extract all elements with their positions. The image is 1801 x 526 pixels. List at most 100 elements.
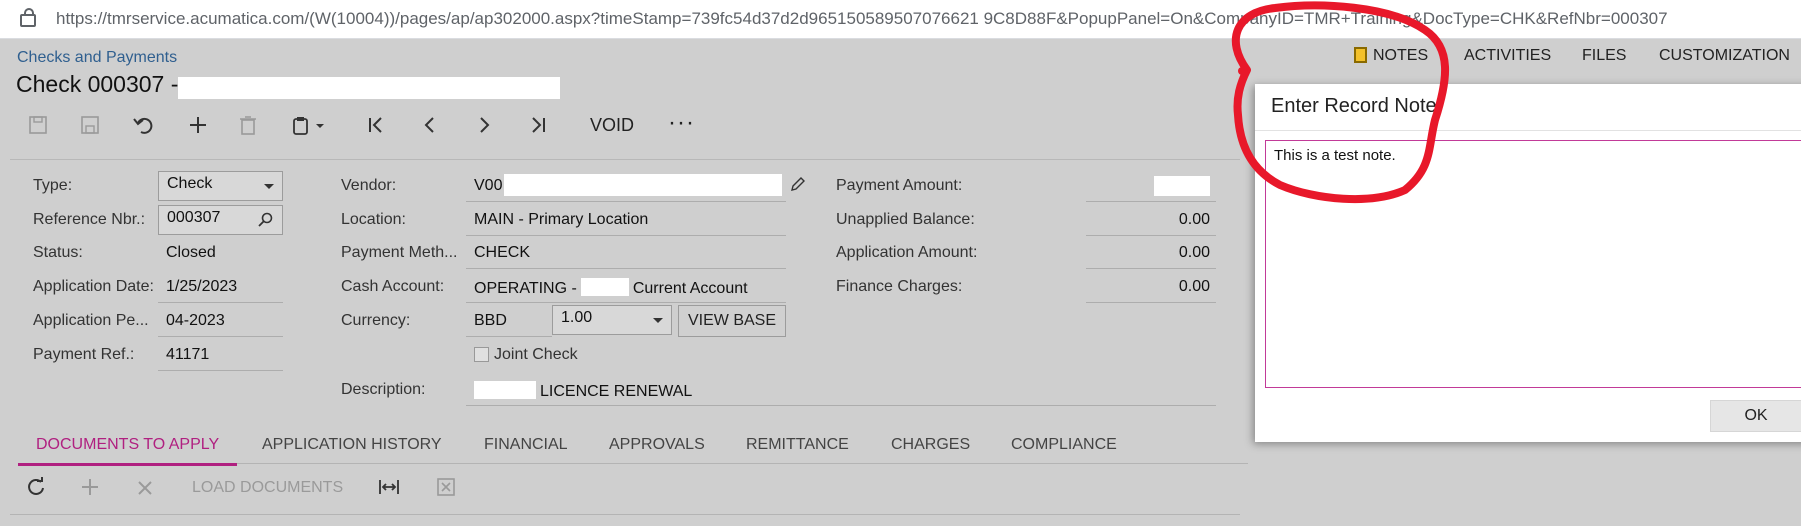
ok-button[interactable]: OK bbox=[1710, 400, 1801, 432]
tab-financial[interactable]: FINANCIAL bbox=[484, 427, 568, 463]
copy-paste-icon[interactable] bbox=[282, 107, 336, 143]
location-label: Location: bbox=[341, 211, 406, 228]
cash-account-value[interactable]: OPERATING - Current Account bbox=[474, 278, 748, 298]
reference-nbr-value: 000307 bbox=[167, 209, 221, 226]
note-icon bbox=[1354, 47, 1367, 63]
application-amount-value: 0.00 bbox=[1178, 244, 1210, 261]
payment-ref-value[interactable]: 41171 bbox=[166, 346, 209, 364]
payment-method-value[interactable]: CHECK bbox=[474, 244, 530, 262]
record-note-dialog: Enter Record Note This is a test note. O… bbox=[1255, 84, 1801, 442]
divider bbox=[1086, 235, 1216, 236]
undo-icon[interactable] bbox=[124, 107, 164, 143]
next-record-icon[interactable] bbox=[464, 107, 504, 143]
tab-documents-to-apply[interactable]: DOCUMENTS TO APPLY bbox=[18, 427, 238, 466]
divider bbox=[158, 370, 283, 371]
lock-icon bbox=[20, 8, 36, 27]
application-date-value[interactable]: 1/25/2023 bbox=[166, 278, 237, 296]
redacted-account-segment bbox=[580, 278, 629, 296]
application-period-value[interactable]: 04-2023 bbox=[166, 312, 225, 330]
joint-check-checkbox[interactable] bbox=[474, 347, 489, 362]
fit-columns-icon[interactable] bbox=[378, 469, 400, 507]
vendor-value[interactable]: V00 bbox=[474, 177, 502, 195]
payment-method-label: Payment Meth... bbox=[341, 244, 458, 261]
delete-row-icon[interactable] bbox=[136, 469, 154, 507]
chevron-down-icon bbox=[653, 318, 663, 323]
previous-record-icon[interactable] bbox=[410, 107, 450, 143]
files-button[interactable]: FILES bbox=[1582, 47, 1626, 65]
cash-account-suffix: Current Account bbox=[632, 280, 748, 297]
cash-account-label: Cash Account: bbox=[341, 278, 445, 295]
type-select[interactable]: Check bbox=[158, 171, 283, 201]
save-icon[interactable] bbox=[70, 107, 110, 143]
browser-address-bar[interactable]: https://tmrservice.acumatica.com/(W(1000… bbox=[0, 0, 1801, 39]
reference-nbr-label: Reference Nbr.: bbox=[33, 211, 146, 228]
reference-nbr-input[interactable]: 000307 bbox=[158, 205, 283, 235]
grid-header-divider bbox=[10, 514, 1240, 515]
note-textarea[interactable]: This is a test note. bbox=[1265, 140, 1801, 388]
tab-remittance[interactable]: REMITTANCE bbox=[746, 427, 849, 463]
application-amount-label: Application Amount: bbox=[836, 244, 978, 261]
unapplied-balance-value: 0.00 bbox=[1178, 211, 1210, 228]
url-text[interactable]: https://tmrservice.acumatica.com/(W(1000… bbox=[56, 9, 1668, 29]
description-text: LICENCE RENEWAL bbox=[540, 383, 693, 400]
edit-pencil-icon[interactable] bbox=[790, 176, 806, 192]
tab-charges[interactable]: CHARGES bbox=[891, 427, 970, 463]
more-actions-button[interactable]: ··· bbox=[668, 107, 695, 143]
tab-approvals[interactable]: APPROVALS bbox=[609, 427, 705, 463]
document-tabs: DOCUMENTS TO APPLY APPLICATION HISTORY F… bbox=[18, 427, 1248, 466]
currency-value[interactable]: BBD bbox=[474, 312, 507, 330]
application-period-label: Application Pe... bbox=[33, 312, 149, 329]
document-summary-form: Type: Check Reference Nbr.: 000307 Statu… bbox=[10, 159, 1240, 460]
type-value: Check bbox=[167, 175, 213, 192]
search-icon[interactable] bbox=[258, 212, 274, 228]
location-value[interactable]: MAIN - Primary Location bbox=[474, 211, 648, 229]
page-title: Check 000307 - bbox=[16, 71, 179, 97]
void-button[interactable]: VOID bbox=[590, 107, 634, 143]
activities-button[interactable]: ACTIVITIES bbox=[1464, 47, 1551, 65]
divider bbox=[158, 336, 283, 337]
view-base-button[interactable]: VIEW BASE bbox=[678, 305, 786, 337]
tab-compliance[interactable]: COMPLIANCE bbox=[1011, 427, 1117, 463]
customization-button[interactable]: CUSTOMIZATION bbox=[1659, 47, 1790, 65]
notes-button[interactable]: NOTES bbox=[1354, 47, 1428, 65]
last-record-icon[interactable] bbox=[518, 107, 558, 143]
payment-ref-label: Payment Ref.: bbox=[33, 346, 135, 363]
currency-rate-select[interactable]: 1.00 bbox=[552, 305, 672, 335]
joint-check-label: Joint Check bbox=[494, 346, 578, 363]
divider bbox=[1086, 268, 1216, 269]
finance-charges-label: Finance Charges: bbox=[836, 278, 963, 295]
divider bbox=[466, 336, 552, 337]
redacted-description-prefix bbox=[474, 381, 536, 399]
add-icon[interactable] bbox=[178, 107, 218, 143]
cash-account-prefix: OPERATING - bbox=[474, 280, 577, 297]
type-label: Type: bbox=[33, 177, 73, 194]
description-value[interactable]: LICENCE RENEWAL bbox=[474, 381, 692, 401]
status-label: Status: bbox=[33, 244, 83, 261]
vendor-label: Vendor: bbox=[341, 177, 397, 194]
divider bbox=[1086, 302, 1216, 303]
refresh-icon[interactable] bbox=[26, 469, 46, 507]
unapplied-balance-label: Unapplied Balance: bbox=[836, 211, 975, 228]
currency-label: Currency: bbox=[341, 312, 411, 329]
redacted-vendor-name bbox=[178, 77, 560, 99]
redacted-payment-amount bbox=[1154, 176, 1210, 196]
divider bbox=[1086, 201, 1216, 202]
delete-icon[interactable] bbox=[228, 107, 268, 143]
redacted-vendor-id bbox=[504, 174, 782, 196]
add-row-icon[interactable] bbox=[80, 469, 100, 507]
load-documents-button[interactable]: LOAD DOCUMENTS bbox=[192, 469, 343, 507]
divider bbox=[466, 235, 786, 236]
status-value: Closed bbox=[166, 244, 216, 261]
currency-rate-value: 1.00 bbox=[561, 309, 593, 326]
application-date-label: Application Date: bbox=[33, 278, 154, 295]
tab-application-history[interactable]: APPLICATION HISTORY bbox=[262, 427, 442, 463]
description-label: Description: bbox=[341, 381, 426, 398]
save-close-icon[interactable] bbox=[18, 107, 58, 143]
dialog-title: Enter Record Note bbox=[1271, 95, 1437, 117]
export-excel-icon[interactable] bbox=[436, 469, 456, 507]
first-record-icon[interactable] bbox=[356, 107, 396, 143]
divider bbox=[466, 302, 786, 303]
breadcrumb[interactable]: Checks and Payments bbox=[17, 49, 177, 67]
divider bbox=[466, 405, 1216, 406]
divider bbox=[158, 302, 283, 303]
